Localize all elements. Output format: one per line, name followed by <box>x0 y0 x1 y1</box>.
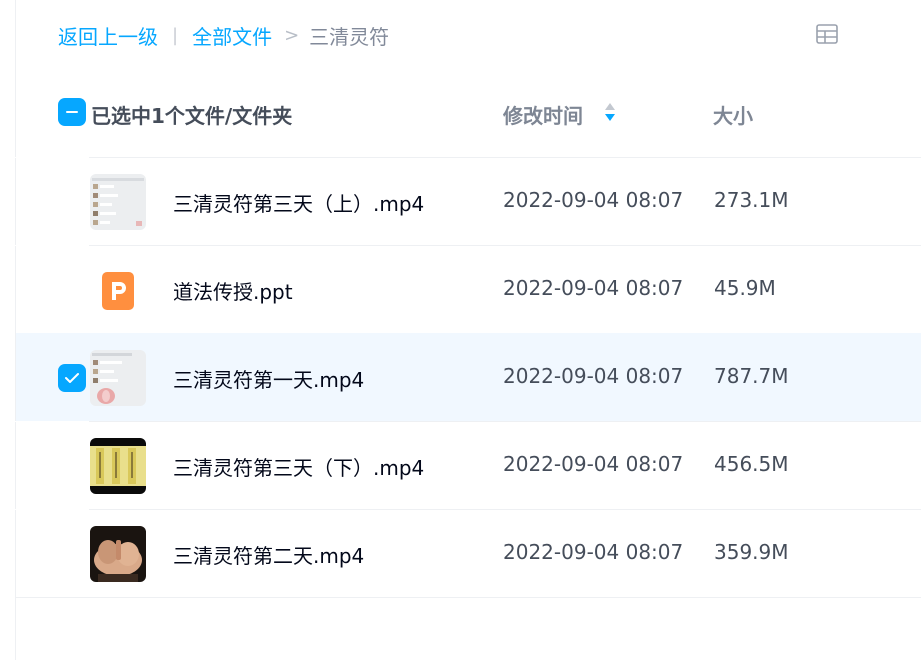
file-list: 三清灵符第三天（上）.mp4 2022-09-04 08:07 273.1M 道… <box>15 157 921 598</box>
file-name[interactable]: 三清灵符第三天（上）.mp4 <box>173 188 424 217</box>
back-link[interactable]: 返回上一级 <box>58 21 158 50</box>
indeterminate-icon <box>66 111 78 113</box>
file-name[interactable]: 道法传授.ppt <box>173 276 293 305</box>
video-thumbnail <box>90 526 146 582</box>
video-thumbnail <box>90 438 146 494</box>
grid-view-icon[interactable] <box>816 24 838 44</box>
selection-count: 已选中1个文件/文件夹 <box>91 104 293 128</box>
file-size: 359.9M <box>714 540 789 564</box>
select-all-checkbox[interactable] <box>58 98 86 126</box>
file-size: 787.7M <box>714 364 789 388</box>
file-modified-time: 2022-09-04 08:07 <box>503 276 684 300</box>
file-row[interactable]: 道法传授.ppt 2022-09-04 08:07 45.9M <box>15 245 921 333</box>
row-checkbox-checked[interactable] <box>58 364 86 392</box>
ppt-file-icon <box>90 262 146 318</box>
file-modified-time: 2022-09-04 08:07 <box>503 452 684 476</box>
list-header: 已选中1个文件/文件夹 修改时间 大小 <box>0 90 921 138</box>
column-header-size[interactable]: 大小 <box>713 100 753 129</box>
file-row[interactable]: 三清灵符第三天（下）.mp4 2022-09-04 08:07 456.5M <box>15 421 921 509</box>
file-row[interactable]: 三清灵符第三天（上）.mp4 2022-09-04 08:07 273.1M <box>15 157 921 245</box>
all-files-link[interactable]: 全部文件 <box>192 21 272 50</box>
file-name[interactable]: 三清灵符第二天.mp4 <box>173 540 364 569</box>
video-thumbnail <box>90 174 146 230</box>
file-name[interactable]: 三清灵符第三天（下）.mp4 <box>173 452 424 481</box>
video-thumbnail <box>90 350 146 406</box>
file-size: 45.9M <box>714 276 776 300</box>
sort-icon[interactable] <box>603 101 617 123</box>
current-folder: 三清灵符 <box>309 24 390 49</box>
check-icon <box>65 373 79 383</box>
file-row[interactable]: 三清灵符第二天.mp4 2022-09-04 08:07 359.9M <box>15 509 921 598</box>
file-modified-time: 2022-09-04 08:07 <box>503 540 684 564</box>
column-header-modified-time[interactable]: 修改时间 <box>503 100 583 129</box>
file-name[interactable]: 三清灵符第一天.mp4 <box>173 364 364 393</box>
file-size: 456.5M <box>714 452 789 476</box>
file-modified-time: 2022-09-04 08:07 <box>503 188 684 212</box>
file-size: 273.1M <box>714 188 789 212</box>
breadcrumb-separator: | <box>172 24 179 46</box>
breadcrumb-arrow-icon: > <box>284 24 300 46</box>
breadcrumb: 返回上一级 | 全部文件 > 三清灵符 <box>58 20 389 50</box>
file-row-selected[interactable]: 三清灵符第一天.mp4 2022-09-04 08:07 787.7M <box>16 333 921 421</box>
file-browser: 返回上一级 | 全部文件 > 三清灵符 已选中1个文件/文件夹 修改时间 大小 <box>0 0 921 660</box>
file-modified-time: 2022-09-04 08:07 <box>503 364 684 388</box>
